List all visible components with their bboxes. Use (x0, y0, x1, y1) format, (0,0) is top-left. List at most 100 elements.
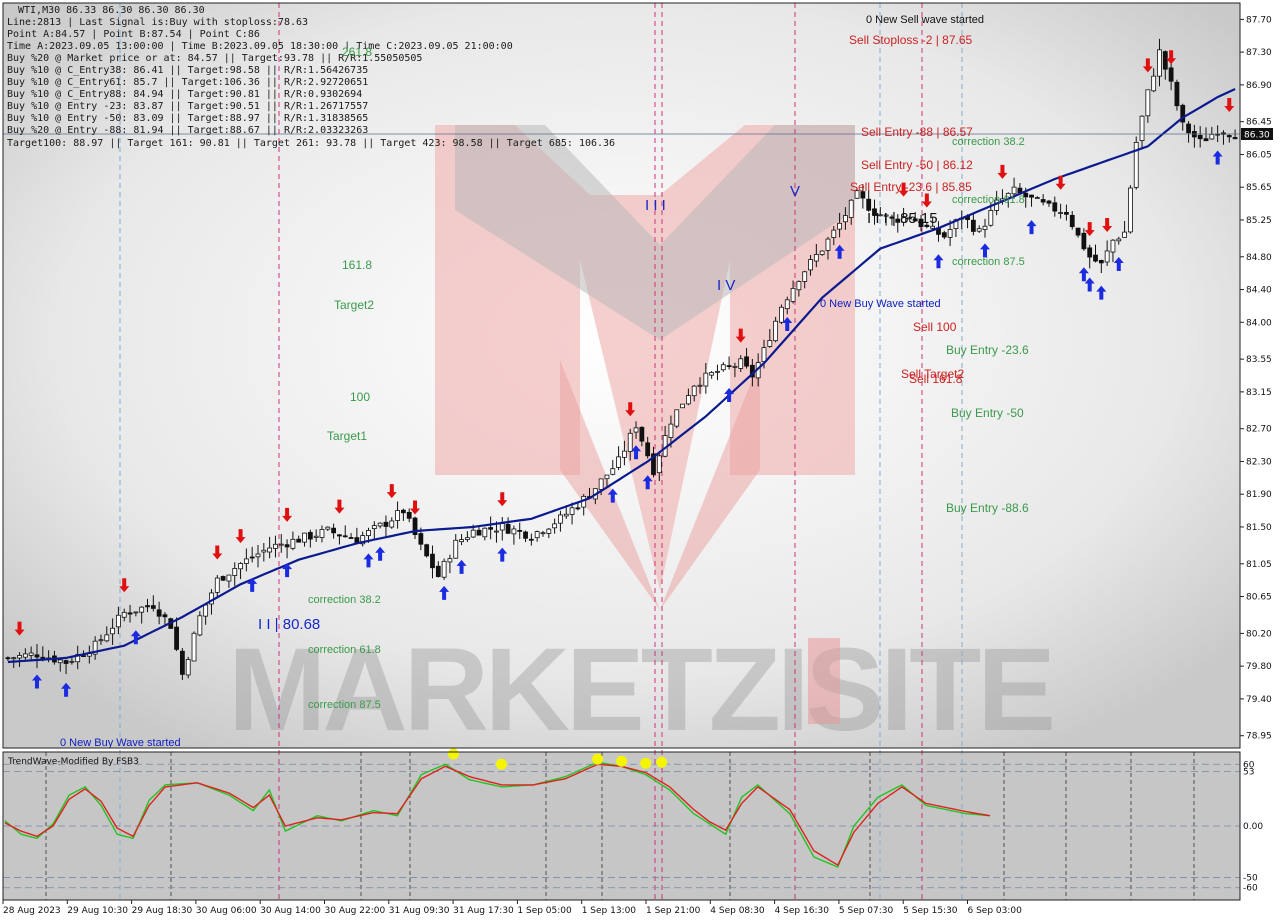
level-label: 100 (350, 390, 370, 404)
candle-bear (1029, 194, 1034, 198)
level-label: Target2 (334, 298, 374, 312)
candle-bear (1168, 67, 1174, 82)
candle-bull (499, 523, 505, 531)
candle-bull (441, 560, 447, 578)
price-tick-label: 79.80 (1246, 662, 1272, 672)
candle-bull (831, 229, 837, 238)
info-line: Target100: 88.97 || Target 161: 90.81 ||… (7, 138, 615, 149)
info-line: Point A:84.57 | Point B:87.54 | Point C:… (7, 29, 260, 40)
candle-bull (552, 523, 558, 529)
candle-bull (197, 615, 203, 636)
level-label: 261.8 (342, 45, 372, 59)
current-price-tag: 86.30 (1241, 127, 1273, 140)
time-tick-label: 1 Sep 05:00 (517, 906, 572, 916)
candle-bull (278, 543, 284, 546)
candle-bull (540, 532, 546, 535)
candle-bull (802, 271, 808, 282)
candle-bear (639, 426, 645, 442)
candle-bear (1040, 199, 1046, 203)
candle-bear (1098, 259, 1104, 264)
candle-bear (1162, 51, 1168, 70)
candle-bull (11, 657, 17, 660)
candle-bear (744, 356, 749, 367)
price-tick-label: 82.30 (1246, 457, 1272, 467)
candle-bull (604, 474, 610, 480)
price-axis[interactable]: 87.70 87.30 86.90 86.45 86.05 85.65 85.25 84.80… (1240, 15, 1272, 742)
candle-bull (191, 632, 197, 662)
wave-label: I V (717, 277, 735, 294)
candle-bear (1075, 227, 1081, 236)
indicator-signal-dot (656, 756, 668, 768)
candle-bull (1104, 250, 1110, 263)
candle-bear (383, 521, 389, 527)
candle-bear (517, 530, 523, 532)
candle-bull (22, 653, 28, 658)
time-tick-label: 30 Aug 06:00 (196, 906, 257, 916)
candle-bear (1046, 200, 1052, 204)
candle-bull (1157, 49, 1162, 77)
candle-bear (528, 538, 534, 541)
candle-bull (1151, 75, 1157, 92)
candle-bear (150, 605, 156, 609)
candle-bull (825, 238, 831, 251)
indicator-signal-dot (640, 757, 652, 769)
time-tick-label: 5 Sep 15:30 (903, 906, 958, 916)
time-tick-label: 1 Sep 13:00 (582, 906, 637, 916)
candle-bull (715, 370, 720, 373)
buy-entry-label: Buy Entry -88.6 (946, 501, 1029, 515)
candle-bear (34, 654, 40, 658)
candle-bear (1203, 138, 1209, 142)
candle-bear (156, 609, 162, 617)
indicator-axis: 60530.00-50-60 (1243, 760, 1263, 893)
candle-bear (331, 527, 337, 534)
candle-bull (622, 450, 627, 458)
time-tick-label: 30 Aug 22:00 (325, 906, 386, 916)
time-axis[interactable]: 28 Aug 2023 29 Aug 10:30 29 Aug 18:30 30 Au… (2, 900, 1023, 916)
candle-bull (302, 532, 307, 543)
candle-bull (633, 427, 639, 433)
info-line: Buy %10 @ C_Entry61: 85.7 || Target:106.… (7, 77, 368, 88)
candle-bull (121, 611, 127, 618)
sell-entry-label: Sell Entry -50 | 86.12 (861, 158, 973, 172)
candle-bull (459, 539, 464, 543)
indicator-signal-dot (447, 748, 459, 760)
candle-bull (1209, 133, 1215, 140)
candle-bear (337, 534, 342, 537)
candle-bull (57, 659, 63, 664)
candle-bull (453, 539, 459, 559)
indicator-title: TrendWave-Modified By FSB3 (7, 757, 139, 767)
candle-bull (691, 385, 697, 397)
candle-bull (1145, 89, 1151, 117)
candle-bear (476, 529, 482, 536)
sell-stoploss-label: Sell Stoploss -2 | 87.65 (849, 33, 973, 47)
candle-bull (139, 606, 145, 613)
candle-bear (1093, 254, 1098, 262)
time-tick-label: 6 Sep 03:00 (968, 906, 1023, 916)
candle-bear (1174, 81, 1180, 107)
price-tick-label: 84.80 (1246, 253, 1272, 263)
info-line: Time A:2023.09.05 13:00:00 | Time B:2023… (7, 41, 513, 52)
buy-entry-label: Buy Entry -50 (951, 406, 1024, 420)
candle-bull (1011, 186, 1017, 195)
candle-bull (808, 259, 813, 271)
candle-bull (273, 543, 278, 549)
time-tick-label: 31 Aug 17:30 (453, 906, 514, 916)
candle-bear (284, 544, 290, 548)
candle-bull (720, 364, 726, 371)
candle-bear (970, 219, 976, 232)
price-tick-label: 86.45 (1246, 118, 1272, 128)
candle-bear (220, 576, 226, 581)
candle-bull (464, 537, 470, 540)
candle-bull (738, 358, 744, 369)
time-tick-label: 29 Aug 10:30 (67, 906, 128, 916)
candle-bull (511, 528, 517, 535)
candle-bull (843, 215, 848, 223)
price-tick-label: 81.90 (1246, 490, 1272, 500)
time-tick-label: 4 Sep 08:30 (710, 906, 765, 916)
candle-bull (732, 365, 738, 368)
candle-bull (598, 478, 604, 490)
candle-bull (558, 514, 563, 524)
candle-bull (98, 639, 104, 642)
candle-bull (819, 250, 825, 255)
candle-bull (28, 652, 34, 656)
